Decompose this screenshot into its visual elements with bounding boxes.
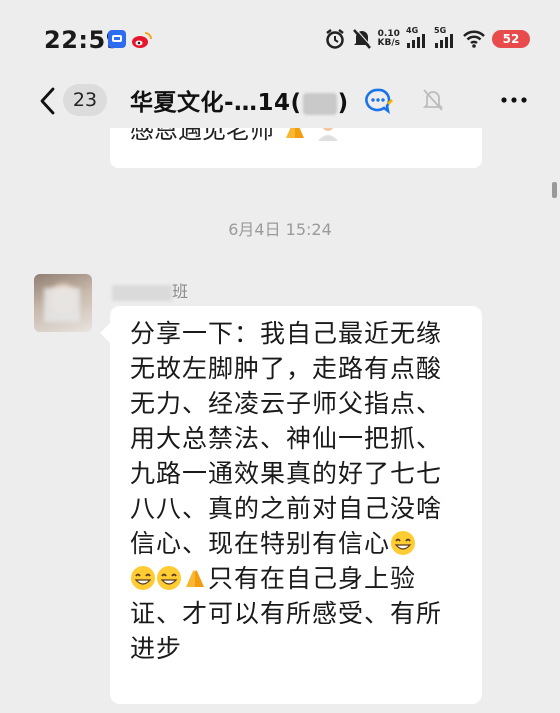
mute-bell-icon xyxy=(422,89,444,111)
grinning-emoji-icon xyxy=(131,566,155,590)
sender-name-suffix: 班 xyxy=(172,282,189,301)
signal-icon: 4G xyxy=(406,26,428,50)
bubble-tail xyxy=(100,323,120,343)
system-icons: 0.10 KB/s 4G 5G 52 xyxy=(324,26,530,51)
back-chevron-icon[interactable] xyxy=(38,86,56,116)
message-line-text: 只有在自己身上验 xyxy=(208,564,417,593)
message-line: 用大总禁法、神仙一把抓、 xyxy=(130,424,443,453)
chat-area[interactable]: 感恩遇见老师 6月4日 15:24 班 分享一下：我自己最近无缘 无故左脚肿了，… xyxy=(0,128,560,713)
scrollbar[interactable] xyxy=(552,182,557,198)
app-notification-icon xyxy=(108,30,126,48)
message-line: 只有在自己身上验 xyxy=(130,561,468,596)
grinning-emoji-icon xyxy=(157,566,181,590)
message-line: 九路一通效果真的好了七七 xyxy=(130,459,443,488)
previous-message-text: 感恩遇见老师 xyxy=(130,128,274,144)
weibo-icon xyxy=(131,30,152,48)
previous-message: 感恩遇见老师 xyxy=(130,128,341,145)
chat-title-prefix: 华夏文化-…14( xyxy=(130,90,302,116)
sender-avatar[interactable] xyxy=(34,274,92,332)
message-bubble[interactable]: 分享一下：我自己最近无缘 无故左脚肿了，走路有点酸 无力、经凌云子师父指点、 用… xyxy=(100,306,482,704)
praying-hands-emoji-icon xyxy=(186,570,204,587)
group-chat-icon[interactable] xyxy=(364,88,394,114)
unread-count-badge[interactable]: 23 xyxy=(63,84,107,116)
message-line: 无故左脚肿了，走路有点酸 xyxy=(130,354,443,383)
more-icon[interactable] xyxy=(500,96,528,104)
mute-icon xyxy=(352,28,372,49)
alarm-icon xyxy=(325,29,344,49)
chat-header: 23 华夏文化-…14() xyxy=(0,78,560,128)
person-emoji-icon xyxy=(318,128,339,141)
message-line: 八八、真的之前对自己没啥 xyxy=(130,494,443,523)
grinning-emoji-icon xyxy=(391,531,416,555)
message-text: 分享一下：我自己最近无缘 无故左脚肿了，走路有点酸 无力、经凌云子师父指点、 用… xyxy=(130,316,468,666)
net-speed: 0.10 KB/s xyxy=(378,30,400,48)
chat-title: 华夏文化-…14() xyxy=(130,83,349,117)
message-timestamp: 6月4日 15:24 xyxy=(228,220,332,239)
praying-hands-emoji-icon xyxy=(285,128,304,138)
message-line-text: 信心、现在特别有信心 xyxy=(130,529,391,558)
message-line: 证、才可以有所感受、有所 xyxy=(130,599,443,628)
chat-title-suffix: ) xyxy=(337,90,349,116)
sender-name-redaction xyxy=(112,284,172,301)
message-line: 进步 xyxy=(130,634,183,663)
sender-name: 班 xyxy=(112,278,188,302)
net-speed-unit: KB/s xyxy=(377,38,400,48)
wifi-icon xyxy=(463,30,485,48)
message-line: 无力、经凌云子师父指点、 xyxy=(130,389,443,418)
signal-icon-2: 5G xyxy=(434,26,456,50)
title-redaction xyxy=(302,92,337,115)
battery-icon: 52 xyxy=(492,30,530,48)
message-line: 分享一下：我自己最近无缘 xyxy=(130,319,443,348)
previous-message-bubble[interactable]: 感恩遇见老师 xyxy=(110,128,482,168)
status-bar: 22:59 0.10 KB/s 4G 5G 52 xyxy=(0,0,560,78)
message-line: 信心、现在特别有信心 xyxy=(130,526,468,561)
